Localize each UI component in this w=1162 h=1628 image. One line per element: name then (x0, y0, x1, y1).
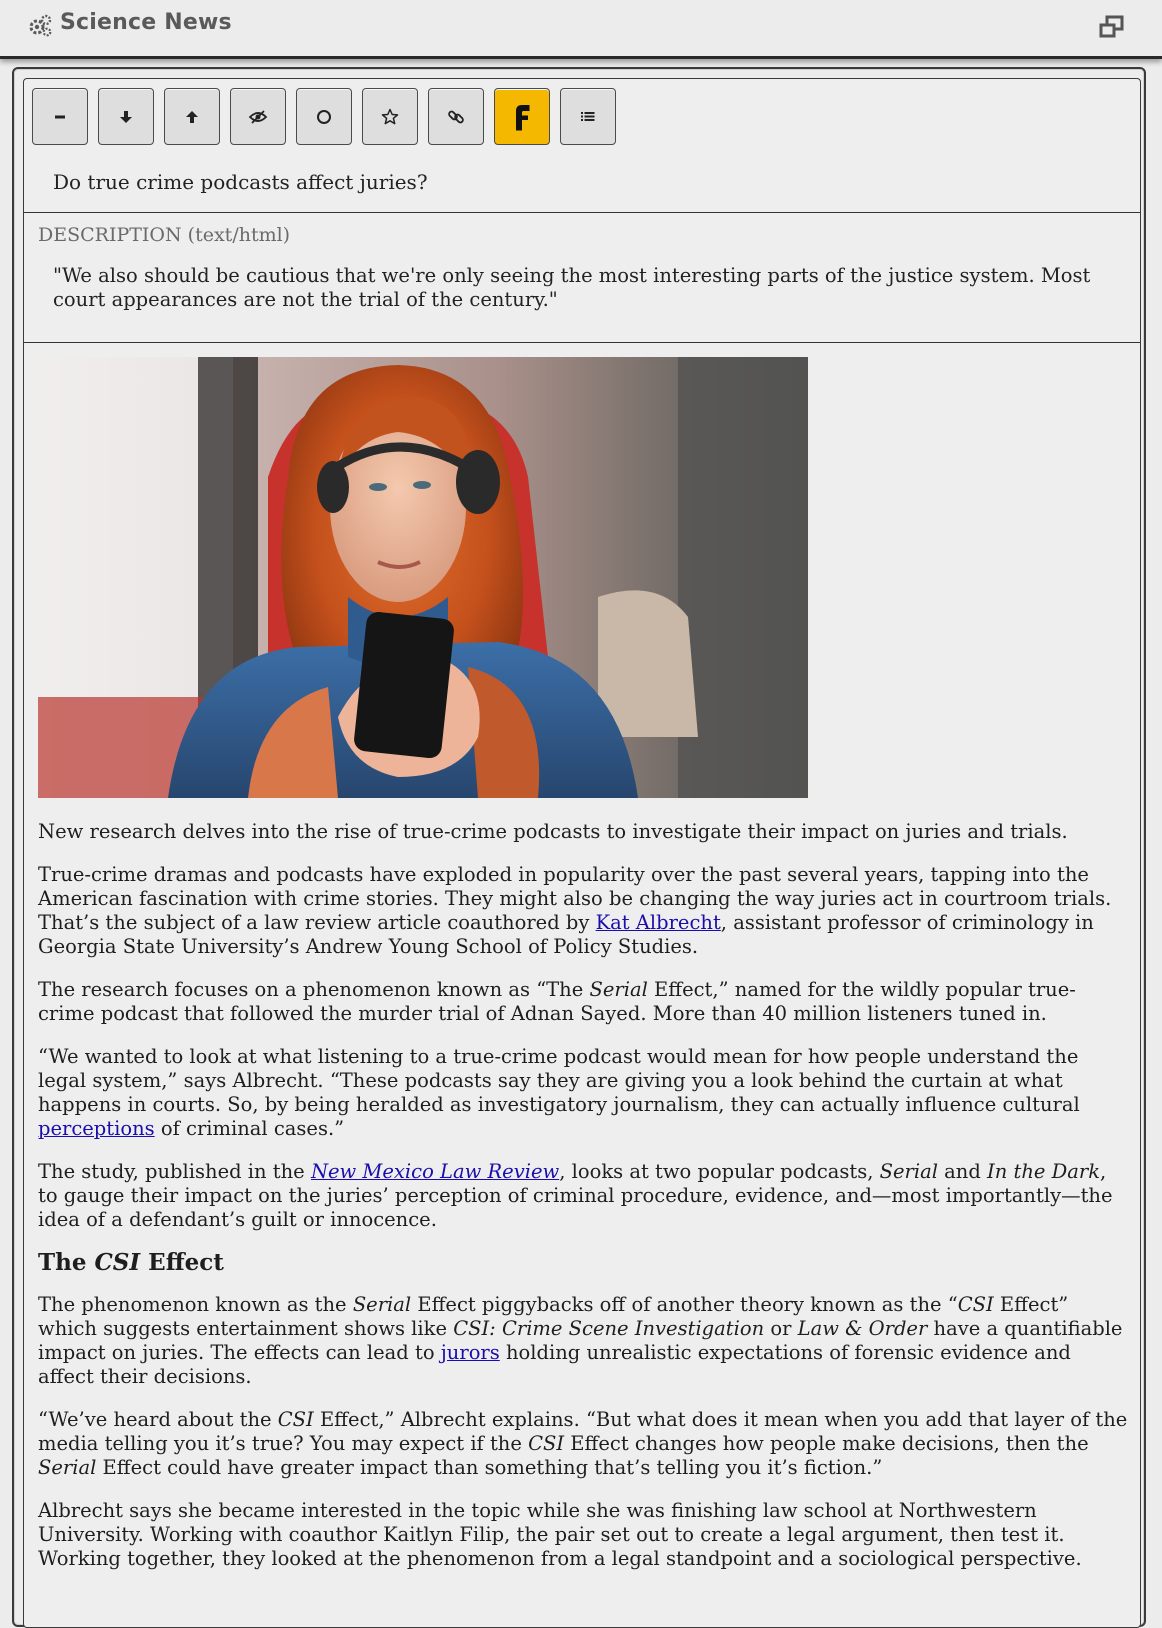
emphasis: CSI (94, 1249, 141, 1276)
next-button[interactable] (98, 88, 154, 145)
text-run: and (937, 1160, 988, 1183)
link-icon (448, 110, 464, 123)
description-label: DESCRIPTION (text/html) (38, 224, 291, 246)
article-paragraph: New research delves into the rise of tru… (38, 820, 1068, 843)
minus-icon (55, 115, 65, 118)
text-run: Effect (140, 1249, 224, 1276)
text-run: , looks at two popular podcasts, (559, 1160, 880, 1183)
arrow-up-icon (186, 110, 198, 123)
text-run: or (764, 1317, 798, 1340)
emphasis: New Mexico Law Review (310, 1160, 560, 1183)
app-title-text: Science News (60, 10, 232, 35)
item-title[interactable]: Do true crime podcasts affect juries? (53, 170, 428, 194)
article-paragraph: The phenomenon known as the Serial Effec… (38, 1293, 1128, 1389)
divider (24, 342, 1140, 343)
arrow-down-icon (120, 110, 132, 123)
article-image (38, 357, 808, 798)
law-review-link[interactable]: New Mexico Law Review (311, 1160, 559, 1183)
text-run: The research focuses on a phenomenon kno… (38, 978, 590, 1001)
star-button[interactable] (362, 88, 418, 145)
gear-icon (29, 14, 52, 37)
description-text: "We also should be cautious that we're o… (53, 264, 1091, 311)
list-button[interactable] (560, 88, 616, 145)
emphasis: Serial (589, 978, 648, 1001)
text-run: of criminal cases.” (154, 1117, 345, 1140)
perceptions-link[interactable]: perceptions (38, 1117, 155, 1140)
collapse-button[interactable] (32, 88, 88, 145)
article-paragraph: The research focuses on a phenomenon kno… (38, 978, 1128, 1026)
text-run: The phenomenon known as the (38, 1293, 353, 1316)
article-paragraph: Albrecht says she became interested in t… (38, 1499, 1082, 1570)
emphasis: CSI (957, 1293, 994, 1316)
article-body: New research delves into the rise of tru… (38, 820, 1128, 1590)
feedly-icon (510, 103, 534, 130)
previous-button[interactable] (164, 88, 220, 145)
article-paragraph: The study, published in the New Mexico L… (38, 1160, 1128, 1232)
text-run: The (38, 1249, 95, 1276)
section-heading: The CSI Effect (38, 1251, 1128, 1275)
text-run: Effect could have greater impact than so… (96, 1456, 883, 1479)
text-run: “We wanted to look at what listening to … (38, 1045, 1080, 1116)
star-icon (381, 108, 399, 124)
emphasis: Serial (879, 1160, 938, 1183)
eye-slash-icon (248, 109, 268, 124)
emphasis: In the Dark (987, 1160, 1101, 1183)
emphasis: Serial (352, 1293, 412, 1316)
mark-read-button[interactable] (296, 88, 352, 145)
article-paragraph: “We wanted to look at what listening to … (38, 1045, 1128, 1141)
link-button[interactable] (428, 88, 484, 145)
feedly-button[interactable] (494, 88, 550, 145)
window-restore-icon[interactable] (1098, 14, 1126, 40)
emphasis: Serial (38, 1456, 97, 1479)
text-run: Effect changes how people make decisions… (564, 1432, 1089, 1455)
circle-icon (317, 109, 331, 124)
title-bar: Science News (0, 0, 1162, 59)
app-title: Science News (28, 10, 232, 37)
text-run: Effect piggybacks off of another theory … (411, 1293, 958, 1316)
emphasis: CSI (277, 1408, 314, 1431)
article-paragraph: “We’ve heard about the CSI Effect,” Albr… (38, 1408, 1128, 1480)
emphasis: CSI: Crime Scene Investigation (453, 1317, 765, 1340)
emphasis: Law & Order (797, 1317, 928, 1340)
text-run: The study, published in the (38, 1160, 311, 1183)
article-paragraph: True-crime dramas and podcasts have expl… (38, 863, 1128, 959)
hide-button[interactable] (230, 88, 286, 145)
jurors-link[interactable]: jurors (441, 1341, 500, 1364)
divider (24, 212, 1140, 213)
list-icon (581, 111, 595, 121)
author-link[interactable]: Kat Albrecht (596, 911, 721, 934)
emphasis: CSI (528, 1432, 565, 1455)
text-run: “We’ve heard about the (38, 1408, 278, 1431)
